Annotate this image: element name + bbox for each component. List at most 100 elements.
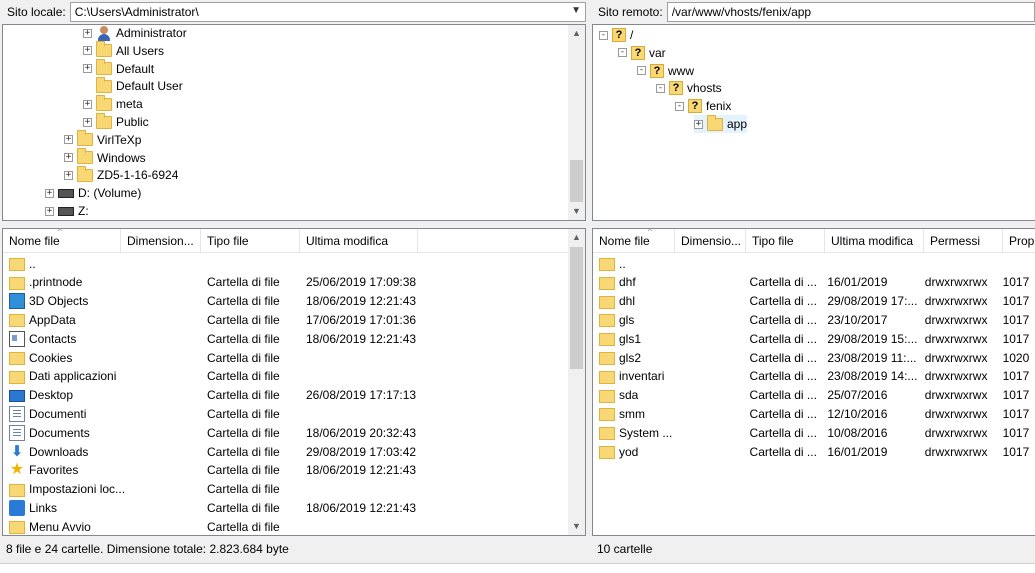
local-file-list[interactable]: ^ Nome file Dimension... Tipo file Ultim… — [2, 228, 586, 536]
local-list-scrollbar[interactable]: ▲ ▼ — [568, 229, 585, 535]
minus-box-icon[interactable]: - — [637, 66, 646, 76]
plus-box-icon[interactable]: + — [45, 188, 54, 198]
file-row[interactable]: System ... Cartella di ... 10/08/2016 drwxr… — [593, 423, 1035, 442]
column-header-owner[interactable]: Propri — [1003, 229, 1035, 253]
file-row[interactable]: Documenti Cartella di file — [3, 404, 568, 423]
remote-directory-tree[interactable]: -? / -? var -? www -? vhosts -? fenix + app — [592, 24, 1035, 221]
tree-item[interactable]: + ZD5-1-16-6924 — [64, 165, 178, 184]
arrow-up-icon[interactable]: ▲ — [568, 25, 585, 42]
file-row[interactable]: dhf Cartella di ... 16/01/2019 drwxrwxrwx 10… — [593, 273, 1035, 292]
cell: 12/10/2016 — [827, 406, 888, 421]
minus-box-icon[interactable]: - — [618, 48, 627, 58]
tree-item[interactable]: -? www — [637, 62, 694, 80]
plus-box-icon[interactable]: + — [64, 135, 73, 145]
file-name-cell: inventari — [593, 369, 744, 384]
file-row[interactable]: .. — [593, 254, 1035, 273]
file-row[interactable]: ⬇ Downloads Cartella di file 29/08/2019 17:… — [3, 442, 568, 461]
tree-item[interactable]: + Administrator — [83, 25, 187, 42]
file-row[interactable]: dhl Cartella di ... 29/08/2019 17:... drwxr… — [593, 292, 1035, 311]
tree-item[interactable]: + Default — [83, 59, 154, 78]
file-name-cell: dhl — [593, 294, 744, 309]
tree-item-label: www — [668, 63, 694, 78]
scroll-thumb[interactable] — [570, 247, 583, 369]
file-row[interactable]: .printnode Cartella di file 25/06/2019 17:… — [3, 273, 568, 292]
plus-box-icon[interactable]: + — [64, 170, 73, 180]
file-name-cell: Documenti — [3, 405, 201, 422]
cell: 1017 — [1002, 331, 1030, 346]
tree-item[interactable]: + VirlTeXp — [64, 130, 141, 149]
file-row[interactable]: yod Cartella di ... 16/01/2019 drwxrwxrwx 10… — [593, 442, 1035, 461]
cell: 1017 — [1002, 388, 1030, 403]
folder-icon — [96, 59, 112, 76]
minus-box-icon[interactable]: - — [599, 30, 608, 40]
folder-icon — [96, 76, 112, 93]
column-header-type[interactable]: Tipo file — [201, 229, 300, 253]
tree-item[interactable]: + Public — [83, 112, 149, 131]
local-path-input[interactable] — [74, 5, 585, 19]
file-row[interactable]: Desktop Cartella di file 26/08/2019 17:17:… — [3, 386, 568, 405]
file-row[interactable]: Contacts Cartella di file 18/06/2019 12:21… — [3, 329, 568, 348]
column-header-type[interactable]: Tipo file — [746, 229, 825, 253]
arrow-down-icon[interactable]: ▼ — [568, 203, 585, 220]
file-row[interactable]: Menu Avvio Cartella di file — [3, 517, 568, 535]
tree-item[interactable]: + app — [694, 114, 748, 133]
minus-box-icon[interactable]: - — [675, 101, 684, 111]
column-header-size[interactable]: Dimensio... — [675, 229, 746, 253]
file-name: Favorites — [29, 463, 79, 478]
plus-box-icon[interactable]: + — [83, 99, 92, 109]
plus-box-icon[interactable]: + — [83, 64, 92, 74]
file-row[interactable]: sda Cartella di ... 25/07/2016 drwxrwxrwx 10… — [593, 386, 1035, 405]
tree-item[interactable]: -? var — [618, 44, 666, 62]
cell: Cartella di file — [207, 331, 280, 346]
local-tree-scrollbar[interactable]: ▲ ▼ — [568, 25, 585, 220]
file-row[interactable]: gls Cartella di ... 23/10/2017 drwxrwxrwx 10… — [593, 310, 1035, 329]
column-header-name[interactable]: ^ Nome file — [3, 229, 121, 253]
file-row[interactable]: smm Cartella di ... 12/10/2016 drwxrwxrwx 10… — [593, 404, 1035, 423]
plus-box-icon[interactable]: + — [83, 117, 92, 127]
file-row[interactable]: Impostazioni loc... Cartella di file — [3, 480, 568, 499]
column-header-name[interactable]: ^ Nome file — [593, 229, 675, 253]
local-path-combobox[interactable]: ▼ — [69, 2, 586, 22]
file-row[interactable]: Cookies Cartella di file — [3, 348, 568, 367]
file-row[interactable]: Dati applicazioni Cartella di file — [3, 367, 568, 386]
tree-item[interactable]: -? vhosts — [656, 79, 722, 97]
file-row[interactable]: Documents Cartella di file 18/06/2019 20:3… — [3, 423, 568, 442]
tree-item[interactable]: + Windows — [64, 148, 146, 167]
file-row[interactable]: gls2 Cartella di ... 23/08/2019 11:... drwx… — [593, 348, 1035, 367]
tree-item[interactable]: + Z: — [45, 202, 89, 220]
file-row[interactable]: Links Cartella di file 18/06/2019 12:21:43 — [3, 498, 568, 517]
arrow-up-icon[interactable]: ▲ — [568, 229, 585, 246]
column-header-modified[interactable]: Ultima modifica — [825, 229, 924, 253]
scroll-thumb[interactable] — [570, 160, 583, 202]
column-header-size[interactable]: Dimension... — [121, 229, 201, 253]
file-row[interactable]: .. — [3, 254, 568, 273]
file-row[interactable]: AppData Cartella di file 17/06/2019 17:01:… — [3, 310, 568, 329]
tree-item[interactable]: Default User — [83, 76, 183, 95]
file-row[interactable]: 3D Objects Cartella di file 18/06/2019 12:… — [3, 292, 568, 311]
tree-item[interactable]: + D: (Volume) — [45, 184, 141, 202]
plus-box-icon[interactable]: + — [83, 46, 92, 56]
folder-icon — [9, 521, 25, 535]
file-name: yod — [619, 444, 639, 459]
file-row[interactable]: ★ Favorites Cartella di file 18/06/2019 12:… — [3, 461, 568, 480]
file-row[interactable]: gls1 Cartella di ... 29/08/2019 15:... drwx… — [593, 329, 1035, 348]
tree-item[interactable]: -? / — [599, 26, 633, 44]
tree-item[interactable]: -? fenix — [675, 97, 731, 115]
minus-box-icon[interactable]: - — [656, 83, 665, 93]
plus-box-icon[interactable]: + — [64, 153, 73, 163]
plus-box-icon[interactable]: + — [83, 28, 92, 38]
tree-item[interactable]: + meta — [83, 94, 143, 113]
tree-item[interactable]: + All Users — [83, 41, 164, 60]
cell: drwxrwxrwx — [924, 444, 988, 459]
remote-path-input[interactable] — [671, 5, 1034, 19]
arrow-down-icon[interactable]: ▼ — [568, 518, 585, 535]
column-header-modified[interactable]: Ultima modifica — [300, 229, 418, 253]
chevron-down-icon[interactable]: ▼ — [571, 5, 581, 16]
file-row[interactable]: inventari Cartella di ... 23/08/2019 14:..… — [593, 367, 1035, 386]
column-header-permissions[interactable]: Permessi — [924, 229, 1003, 253]
remote-path-combobox[interactable] — [666, 2, 1035, 22]
remote-file-list[interactable]: ^ Nome file Dimensio... Tipo file Ultima… — [592, 228, 1035, 536]
plus-box-icon[interactable]: + — [45, 206, 54, 216]
plus-box-icon[interactable]: + — [694, 119, 703, 129]
local-directory-tree[interactable]: + Administrator + All Users + Default Default … — [2, 24, 586, 221]
